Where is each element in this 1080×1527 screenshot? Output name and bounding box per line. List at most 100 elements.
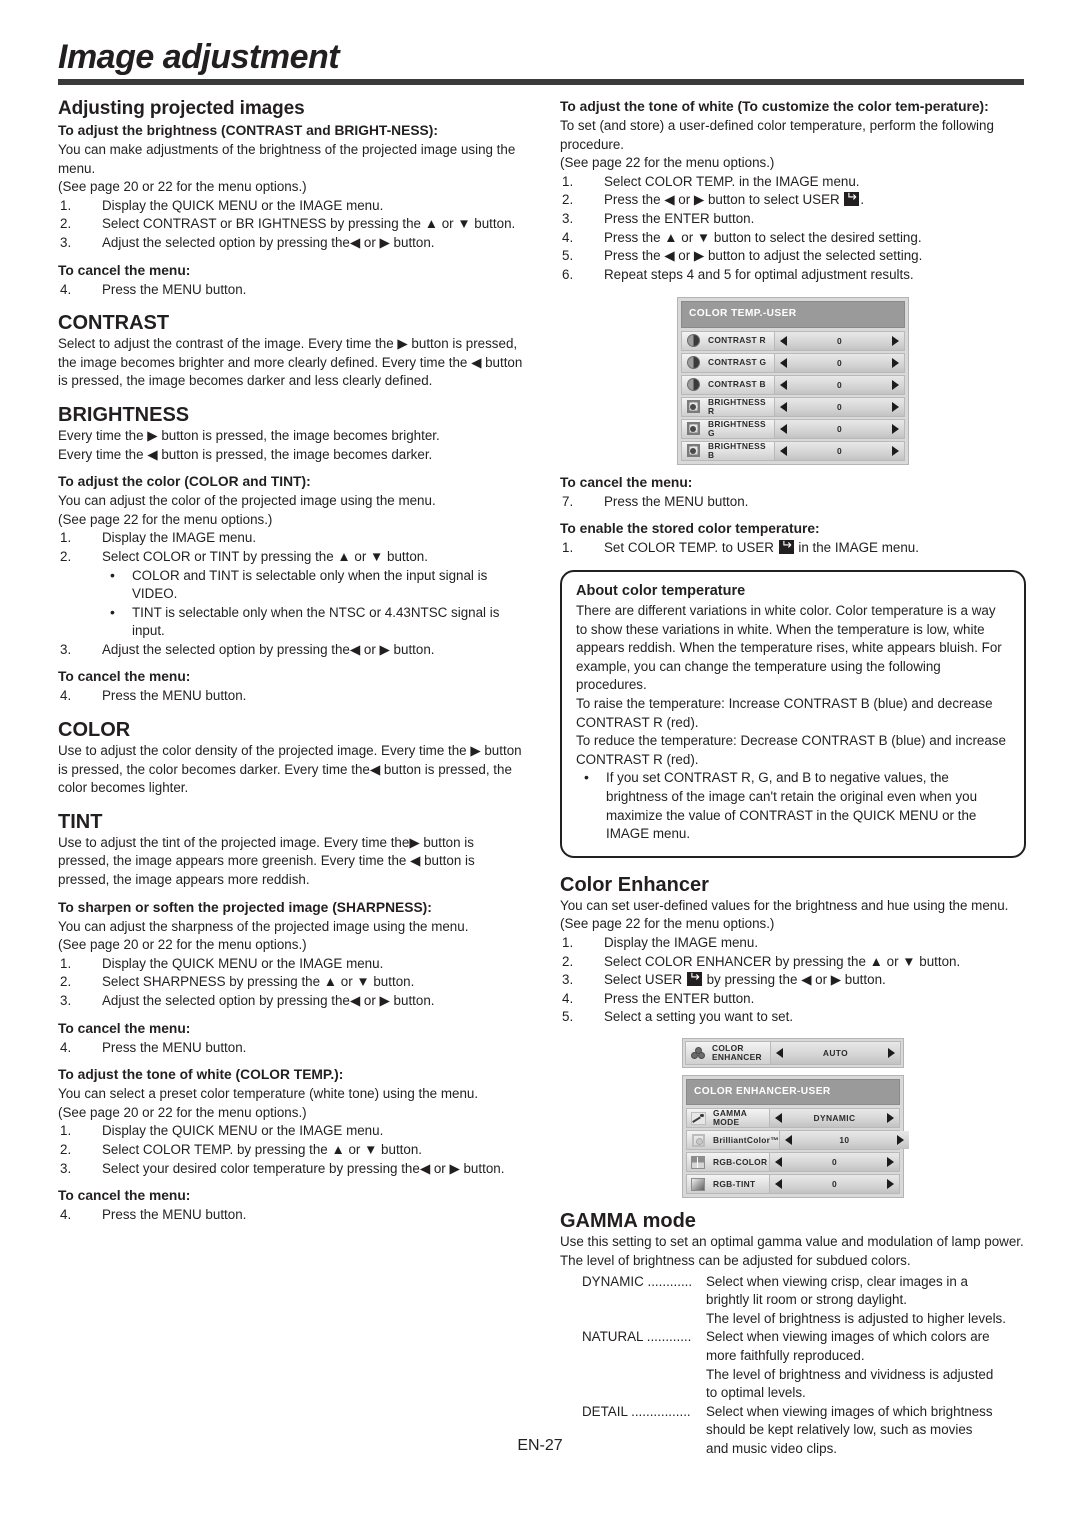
osd-row[interactable]: BRIGHTNESS B 0: [681, 440, 905, 461]
step-text: Press the ENTER button.: [604, 210, 755, 226]
text-gamma-intro: Use this setting to set an optimal gamma…: [560, 1234, 1024, 1268]
right-arrow-icon[interactable]: [887, 1157, 894, 1168]
bullet-item: If you set CONTRAST R, G, and B to negat…: [576, 768, 1010, 843]
page-footer: EN-27: [0, 1437, 1080, 1455]
osd-row[interactable]: RGB-TINT 0: [686, 1174, 900, 1195]
right-arrow-icon[interactable]: [896, 1135, 904, 1146]
osd-row-control[interactable]: 0: [774, 419, 904, 438]
right-arrow-icon[interactable]: [892, 357, 899, 368]
osd-row-value: 0: [836, 379, 843, 390]
right-arrow-icon[interactable]: [892, 401, 899, 412]
step-number: 5.: [562, 248, 574, 264]
step-text: Adjust the selected option by pressing t…: [102, 641, 435, 657]
osd-row-value: DYNAMIC: [813, 1113, 856, 1124]
osd-row[interactable]: GAMMA MODE DYNAMIC: [686, 1108, 900, 1129]
osd-row[interactable]: BrilliantColor™ 10: [686, 1130, 909, 1151]
right-arrow-icon[interactable]: [887, 1113, 894, 1124]
step-item: 1. Select COLOR TEMP. in the IMAGE menu.: [560, 173, 1026, 192]
osd-row-value: 0: [836, 335, 843, 346]
osd-row[interactable]: CONTRAST G 0: [681, 352, 905, 373]
step-text-post: in the IMAGE menu.: [794, 540, 919, 556]
step-number: 2.: [60, 974, 72, 990]
gamma-def-term: DETAIL ................: [582, 1403, 691, 1419]
notebox-bullets: If you set CONTRAST R, G, and B to negat…: [576, 768, 1010, 843]
osd-row[interactable]: CONTRAST R 0: [681, 330, 905, 351]
gamma-def-natural: NATURAL ............ Select when viewing…: [560, 1328, 1026, 1402]
osd-row-control[interactable]: 0: [774, 375, 904, 394]
osd-row-control[interactable]: 0: [769, 1175, 899, 1194]
rgb-tint-icon: [687, 1176, 709, 1192]
step-number: 7.: [562, 493, 574, 509]
subheading-color-temp: To adjust the tone of white (COLOR TEMP.…: [58, 1067, 344, 1083]
step-text: Display the QUICK MENU or the IMAGE menu…: [102, 1123, 384, 1139]
step-item: 1. Set COLOR TEMP. to USER in the IMAGE m…: [560, 539, 1026, 558]
text-colortint-intro: You can adjust the color of the projecte…: [58, 493, 436, 509]
steps-cancel-brightness: 4. Press the MENU button.: [58, 281, 528, 300]
left-arrow-icon[interactable]: [780, 335, 787, 346]
right-arrow-icon[interactable]: [892, 445, 899, 456]
right-arrow-icon[interactable]: [892, 423, 899, 434]
step-item: 5. Press the ◀ or ▶ button to adjust the …: [560, 247, 1026, 266]
step-text: Select COLOR or TINT by pressing the ▲ o…: [102, 548, 428, 564]
osd-row[interactable]: BRIGHTNESS R 0: [681, 396, 905, 417]
step-text: Press the ◀ or ▶ button to adjust the se…: [604, 248, 923, 264]
osd-row-control[interactable]: AUTO: [770, 1041, 900, 1064]
left-arrow-icon[interactable]: [775, 1179, 782, 1190]
left-arrow-icon[interactable]: [780, 379, 787, 390]
heading-color: COLOR: [58, 719, 131, 742]
right-arrow-icon[interactable]: [892, 335, 899, 346]
step-item: 5. Select a setting you want to set.: [560, 1008, 1026, 1027]
step-text-pre: Press the ◀ or ▶ button to select USER: [604, 192, 844, 208]
title-rule: [58, 78, 1024, 85]
osd-row-label: RGB-COLOR: [713, 1156, 768, 1167]
step-item: 3. Adjust the selected option by pressing…: [58, 641, 528, 660]
left-arrow-icon[interactable]: [780, 445, 787, 456]
left-arrow-icon[interactable]: [775, 1157, 782, 1168]
osd-row[interactable]: CONTRAST B 0: [681, 374, 905, 395]
steps-colortemp: 1. Display the QUICK MENU or the IMAGE me…: [58, 1122, 528, 1178]
right-arrow-icon[interactable]: [887, 1179, 894, 1190]
document-page: Image adjustment Adjusting projected ima…: [0, 0, 1080, 1527]
osd-row-control[interactable]: DYNAMIC: [769, 1109, 899, 1128]
step-text: Press the MENU button.: [604, 493, 749, 509]
step-item: 3. Select USER by pressing the ◀ or ▶ but…: [560, 971, 1026, 990]
osd-row-label: CONTRAST R: [708, 335, 766, 346]
text-sharpness-intro: You can adjust the sharpness of the proj…: [58, 918, 469, 934]
text-contrast-body: Select to adjust the contrast of the ima…: [58, 336, 523, 389]
osd-color-temp-user[interactable]: COLOR TEMP.-USER CONTRAST R 0 CONTRAST G: [677, 297, 909, 465]
heading-brightness: BRIGHTNESS: [58, 403, 190, 426]
right-arrow-icon[interactable]: [888, 1047, 895, 1058]
step-text: Display the IMAGE menu.: [102, 530, 257, 546]
osd-row-label: BRIGHTNESS R: [708, 396, 766, 416]
osd-color-enhancer-user[interactable]: COLOR ENHANCER-USER GAMMA MODE DYNAMIC B…: [682, 1074, 909, 1199]
steps-colortint-3: 3. Adjust the selected option by pressing…: [58, 641, 528, 660]
osd-row-label: COLOR ENHANCER: [708, 1043, 770, 1062]
osd-row[interactable]: COLOR ENHANCER AUTO: [685, 1040, 901, 1065]
osd-row-control[interactable]: 10: [778, 1131, 909, 1150]
osd-row-control[interactable]: 0: [774, 441, 904, 460]
left-arrow-icon[interactable]: [776, 1047, 783, 1058]
left-arrow-icon[interactable]: [780, 401, 787, 412]
left-arrow-icon[interactable]: [775, 1113, 782, 1124]
text-sharpness-seepage: (See page 20 or 22 for the menu options.…: [58, 937, 307, 953]
osd-row-control[interactable]: 0: [774, 397, 904, 416]
step-item: 2. Select SHARPNESS by pressing the ▲ or …: [58, 973, 528, 992]
osd-row-control[interactable]: 0: [774, 353, 904, 372]
osd-row-control[interactable]: 0: [774, 331, 904, 350]
brightness-icon: [682, 421, 704, 437]
left-arrow-icon[interactable]: [780, 357, 787, 368]
osd-row-control[interactable]: 0: [769, 1153, 899, 1172]
step-number: 2.: [60, 1141, 72, 1157]
right-arrow-icon[interactable]: [892, 379, 899, 390]
osd-row[interactable]: BRIGHTNESS G 0: [681, 418, 905, 439]
step-number: 1.: [562, 934, 574, 950]
step-text: Select your desired color temperature by…: [102, 1160, 505, 1176]
steps-cancel-customize: 7. Press the MENU button.: [560, 493, 1026, 512]
text-color-body: Use to adjust the color density of the p…: [58, 743, 522, 796]
osd-title: COLOR TEMP.-USER: [681, 301, 905, 328]
osd-color-enhancer-single[interactable]: COLOR ENHANCER AUTO: [682, 1037, 904, 1068]
step-text: Press the MENU button.: [102, 1207, 247, 1223]
left-arrow-icon[interactable]: [784, 1135, 792, 1146]
osd-row[interactable]: RGB-COLOR 0: [686, 1152, 900, 1173]
left-arrow-icon[interactable]: [780, 423, 787, 434]
